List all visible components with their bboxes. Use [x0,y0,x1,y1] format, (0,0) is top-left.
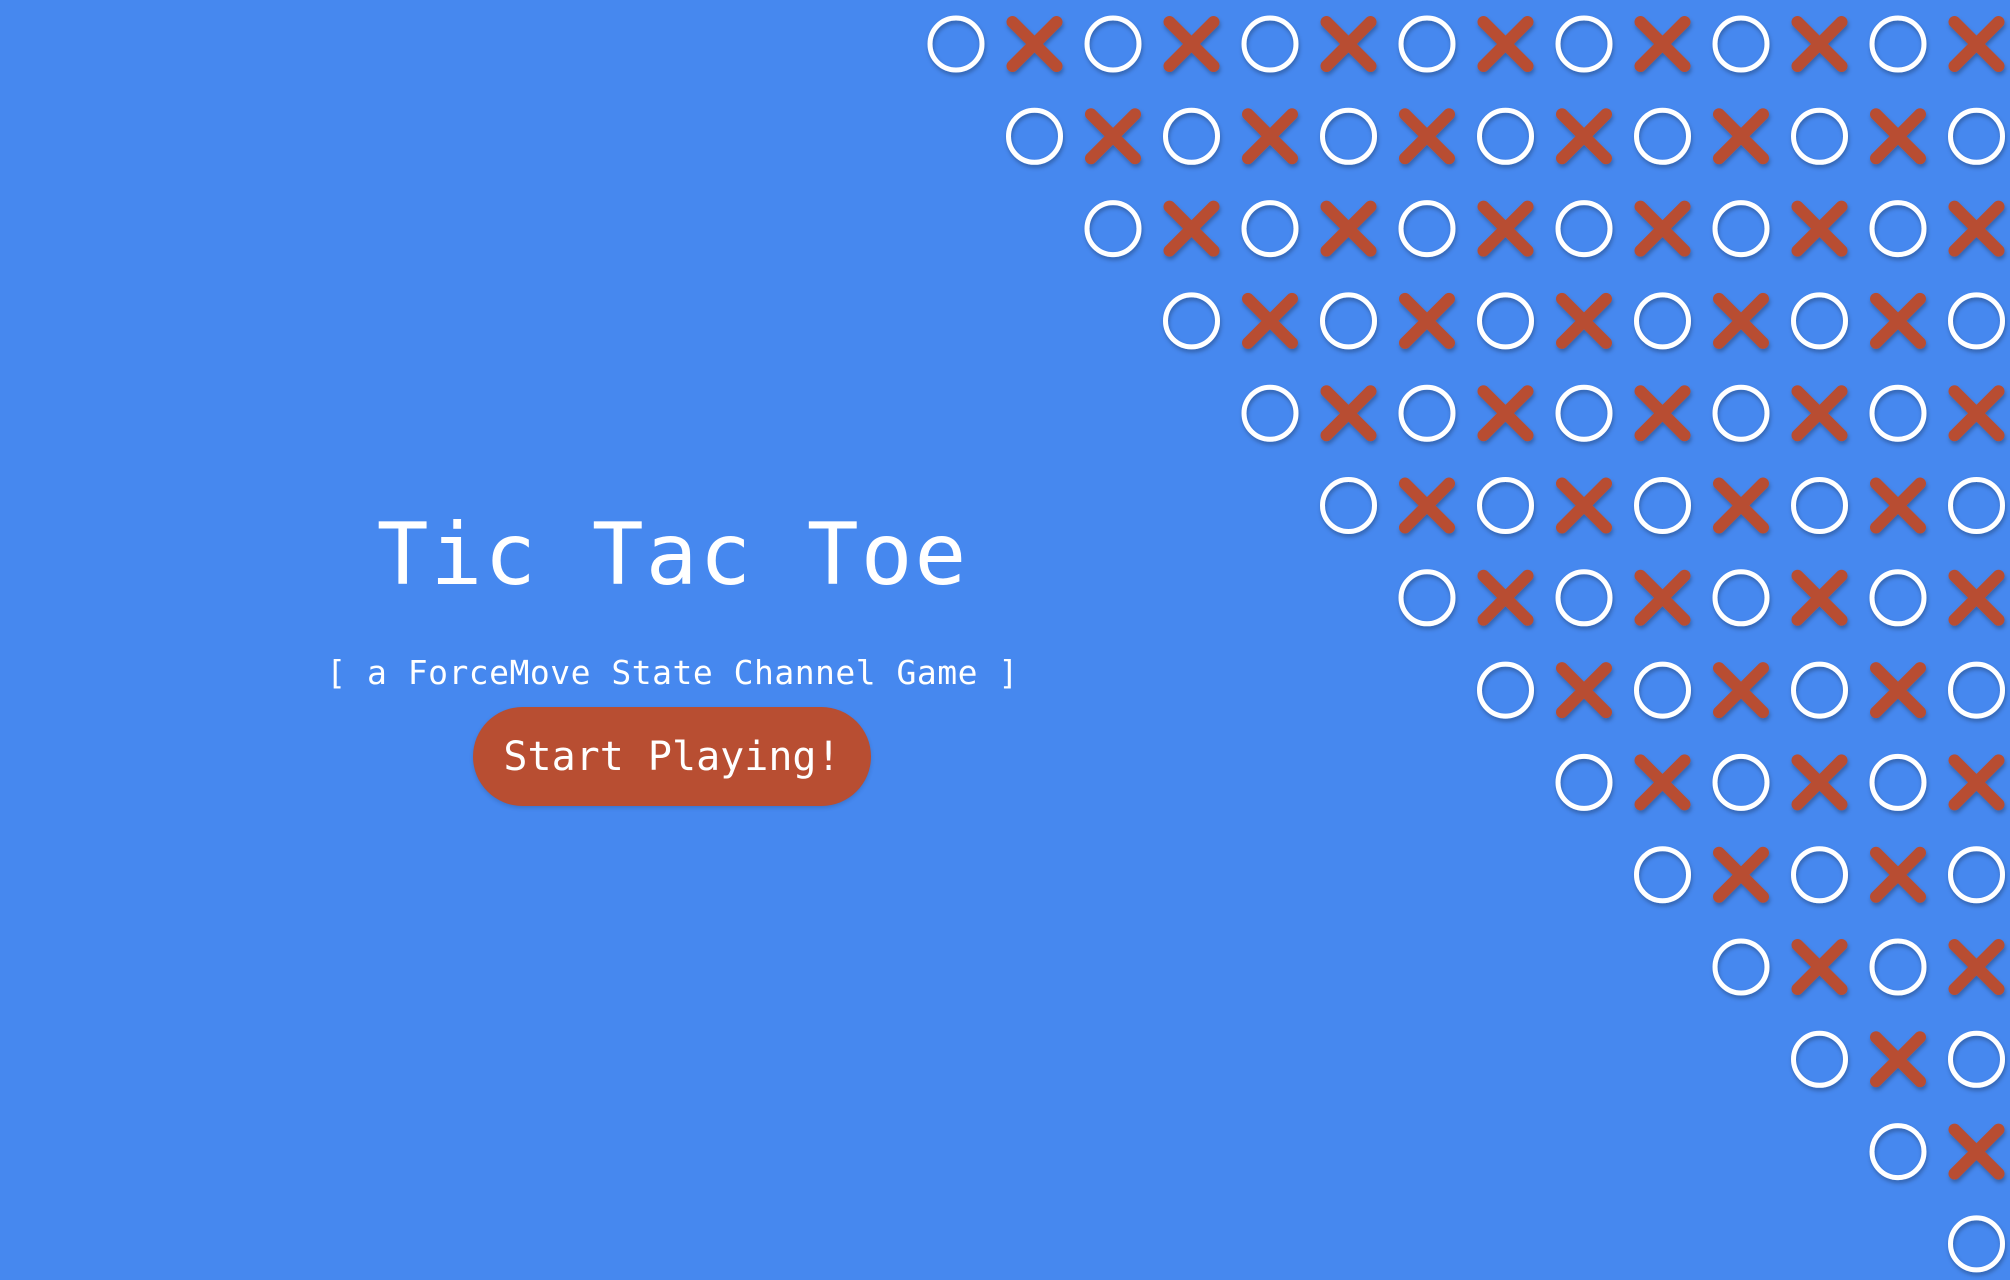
cross-icon [1556,292,1612,349]
nought-icon [1634,477,1691,534]
cross-icon [1713,292,1769,349]
cross-icon [1634,569,1691,626]
cross-icon [1634,200,1691,257]
cross-icon [1870,477,1926,534]
cross-icon [1791,385,1848,442]
cross-icon [1399,108,1455,165]
cross-icon [1791,16,1848,72]
cross-icon [1870,1031,1926,1088]
nought-icon [1712,200,1770,258]
nought-icon [1634,661,1691,719]
cross-icon [1948,754,2005,811]
nought-icon [1555,569,1613,627]
cross-icon [1634,754,1691,811]
nought-icon [1948,292,2005,350]
nought-icon [1555,200,1613,258]
cross-icon [1948,939,2005,995]
cross-icon [1791,569,1848,626]
cross-icon [1634,385,1691,442]
nought-icon [1948,661,2005,719]
nought-icon [1948,1215,2005,1273]
nought-icon [1948,1030,2005,1088]
cross-icon [1556,662,1612,719]
nought-icon [1948,477,2005,534]
nought-icon [1869,938,1927,996]
nought-icon [1791,1030,1848,1088]
nought-icon [1869,384,1927,442]
nought-icon [1791,107,1848,165]
cross-icon [1634,16,1691,72]
nought-icon [1634,292,1691,350]
nought-icon [1477,107,1534,165]
cross-icon [1556,108,1612,165]
nought-icon [1398,569,1456,627]
cross-icon [1713,846,1769,903]
nought-icon [1869,753,1927,811]
page-subtitle: [ a ForceMove State Channel Game ] [326,653,1019,692]
nought-icon [1712,569,1770,627]
cross-icon [1556,477,1612,534]
nought-icon [1555,15,1613,73]
nought-icon [1791,661,1848,719]
nought-icon [1477,292,1534,350]
cross-icon [1791,939,1848,995]
cross-icon [1791,754,1848,811]
nought-icon [1477,477,1534,534]
cross-icon [1399,292,1455,349]
cross-icon [1870,662,1926,719]
nought-icon [1712,753,1770,811]
nought-icon [1712,15,1770,73]
nought-icon [1948,107,2005,165]
nought-icon [1791,846,1848,904]
nought-icon [1555,384,1613,442]
nought-icon [1948,846,2005,904]
cross-icon [1477,16,1534,72]
cross-icon [1477,200,1534,257]
cross-icon [1948,569,2005,626]
nought-icon [1869,569,1927,627]
cross-icon [1870,292,1926,349]
cross-icon [1477,385,1534,442]
nought-icon [1869,200,1927,258]
cross-icon [1948,385,2005,442]
cross-icon [1948,16,2005,72]
cross-icon [1713,662,1769,719]
nought-icon [1398,15,1456,73]
splash-screen: Tic Tac Toe [ a ForceMove State Channel … [0,0,2010,1280]
cross-icon [1948,1123,2005,1180]
cross-icon [1713,108,1769,165]
nought-icon [1398,200,1456,258]
page-title: Tic Tac Toe [376,505,969,605]
nought-icon [1712,938,1770,996]
nought-icon [1398,384,1456,442]
nought-icon [1869,1123,1927,1181]
nought-icon [1791,477,1848,534]
nought-icon [1791,292,1848,350]
nought-icon [1869,15,1927,73]
cross-icon [1870,846,1926,903]
nought-icon [1477,661,1534,719]
cross-icon [1399,477,1455,534]
nought-icon [1555,753,1613,811]
nought-icon [1634,107,1691,165]
cross-icon [1713,477,1769,534]
nought-icon [1712,384,1770,442]
cross-icon [1948,200,2005,257]
splash-content: Tic Tac Toe [ a ForceMove State Channel … [0,0,1345,1280]
nought-icon [1634,846,1691,904]
cross-icon [1477,569,1534,626]
cross-icon [1791,200,1848,257]
cross-icon [1870,108,1926,165]
start-playing-button[interactable]: Start Playing! [473,707,871,806]
